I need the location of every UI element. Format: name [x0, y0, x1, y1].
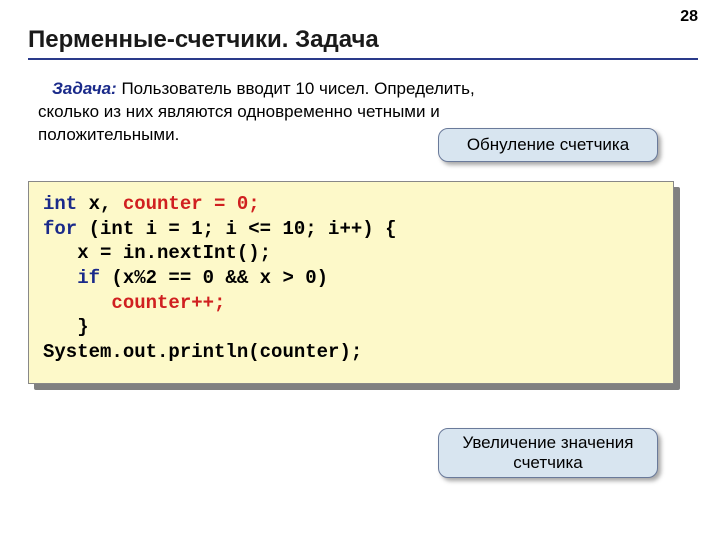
task-line2: сколько из них являются одновременно чет… [38, 102, 440, 121]
page-title: Перменные-счетчики. Задача [28, 26, 379, 54]
task-line1: Пользователь вводит 10 чисел. Определить… [117, 79, 475, 98]
code-for-head: (int i = 1; i <= 10; i++) { [77, 218, 396, 240]
code-print: System.out.println(counter); [43, 341, 362, 363]
callout-reset-counter: Обнуление счетчика [438, 128, 658, 162]
code-kw-for: for [43, 218, 77, 240]
task-label: Задача: [52, 79, 117, 98]
code-block: int x, counter = 0; for (int i = 1; i <=… [28, 181, 674, 384]
title-underline [28, 58, 698, 60]
code-line3: x = in.nextInt(); [43, 242, 271, 264]
code-counter-init: counter = 0; [123, 193, 260, 215]
code-close: } [43, 316, 89, 338]
callout-increment-counter: Увеличение значения счетчика [438, 428, 658, 478]
task-line3: положительными. [38, 125, 179, 144]
page-number: 28 [680, 8, 698, 26]
code-cond: (x%2 == 0 && x > 0) [100, 267, 328, 289]
code-xdecl: x, [77, 193, 123, 215]
code-counter-inc: counter++; [111, 292, 225, 314]
code-kw-if: if [43, 267, 100, 289]
code-cpp-indent [43, 292, 111, 314]
code-kw-int: int [43, 193, 77, 215]
